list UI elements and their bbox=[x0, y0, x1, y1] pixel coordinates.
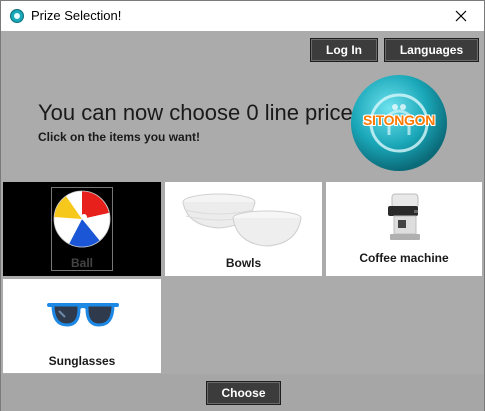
item-label-ball: Ball bbox=[70, 256, 93, 270]
close-icon bbox=[455, 10, 467, 22]
window-title: Prize Selection! bbox=[31, 8, 122, 23]
prize-item-coffee-machine[interactable]: Coffee machine bbox=[326, 182, 482, 276]
app-icon bbox=[10, 9, 24, 23]
bowls-image bbox=[182, 193, 302, 247]
logo-text: SITONGON bbox=[362, 112, 436, 128]
item-label-coffee-machine: Coffee machine bbox=[359, 251, 449, 265]
title-bar: Prize Selection! bbox=[1, 1, 484, 31]
item-label-bowls: Bowls bbox=[225, 256, 262, 270]
choose-button[interactable]: Choose bbox=[206, 381, 281, 405]
prize-item-sunglasses[interactable]: Sunglasses bbox=[3, 279, 161, 373]
sunglasses-image bbox=[47, 303, 119, 327]
prize-item-ball[interactable]: Ball bbox=[3, 182, 161, 276]
coffee-machine-image bbox=[388, 193, 420, 240]
close-button[interactable] bbox=[438, 1, 484, 31]
login-button[interactable]: Log In bbox=[310, 38, 378, 62]
prize-selection-window: Prize Selection! Log In Languages You ca… bbox=[0, 0, 485, 411]
languages-button[interactable]: Languages bbox=[384, 38, 479, 62]
item-label-sunglasses: Sunglasses bbox=[48, 354, 116, 368]
instruction-text: Click on the items you want! bbox=[38, 130, 201, 144]
prize-item-bowls[interactable]: Bowls bbox=[165, 182, 322, 276]
headline-text: You can now choose 0 line prices! bbox=[38, 100, 370, 125]
